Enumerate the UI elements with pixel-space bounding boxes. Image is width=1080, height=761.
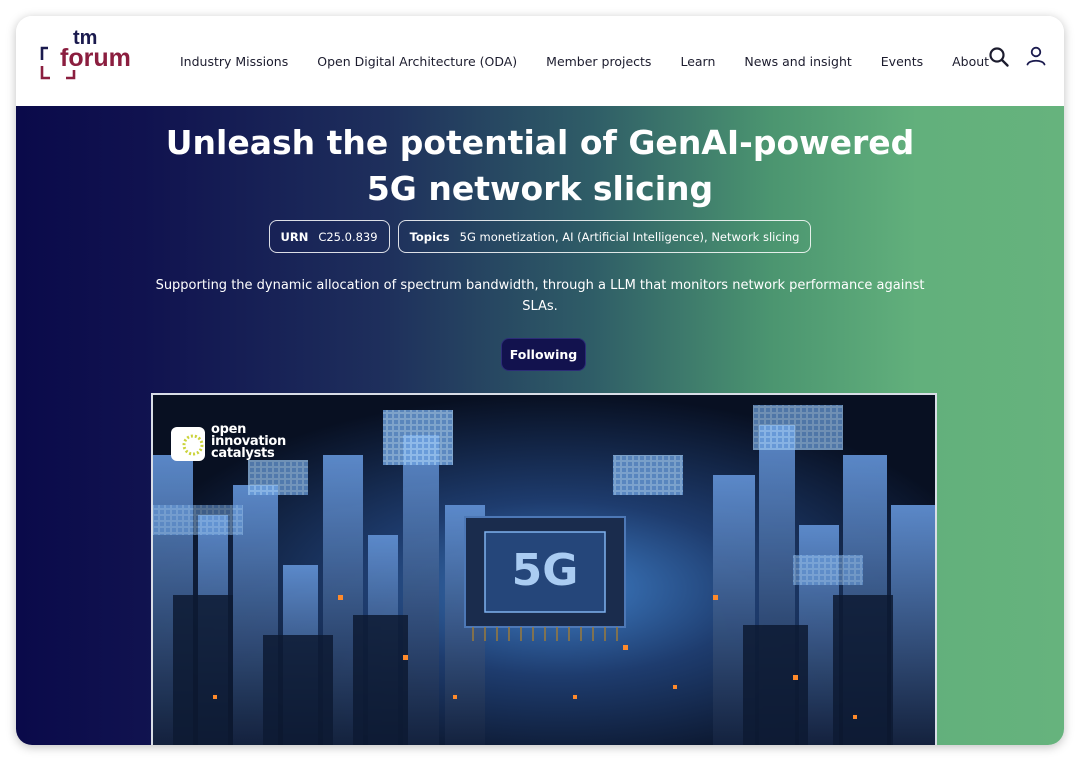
topics-value: 5G monetization, AI (Artificial Intellig…	[459, 229, 800, 244]
urn-tag: URN C25.0.839	[268, 220, 390, 253]
logo-text-forum: forum	[60, 44, 131, 72]
main-nav: Industry Missions Open Digital Architect…	[180, 16, 989, 106]
chip-5g-text: 5G	[512, 545, 579, 596]
nav-industry-missions[interactable]: Industry Missions	[180, 54, 288, 69]
nav-news-insight[interactable]: News and insight	[744, 54, 851, 69]
nav-member-projects[interactable]: Member projects	[546, 54, 651, 69]
user-icon[interactable]	[1025, 45, 1047, 67]
search-icon[interactable]	[988, 46, 1010, 68]
hero-description: Supporting the dynamic allocation of spe…	[155, 278, 925, 314]
site-header: tm forum Industry Missions Open Digital …	[16, 16, 1064, 106]
following-button[interactable]: Following	[501, 338, 586, 371]
page-title-line-2: 5G network slicing	[366, 169, 714, 208]
page-title-line-1: Unleash the potential of GenAI-powered	[165, 123, 915, 162]
page-title: Unleash the potential of GenAI-powered 5…	[16, 120, 1064, 212]
hero-section: Unleash the potential of GenAI-powered 5…	[16, 106, 1064, 745]
nav-learn[interactable]: Learn	[680, 54, 715, 69]
urn-value: C25.0.839	[318, 229, 378, 244]
browser-frame: tm forum Industry Missions Open Digital …	[16, 16, 1064, 745]
topics-label: Topics	[409, 229, 450, 244]
catalyst-burst-icon	[171, 423, 209, 461]
hero-image: 5G open innovation catalysts	[151, 393, 937, 745]
open-innovation-catalysts-badge: open innovation catalysts	[171, 423, 286, 461]
badge-text: open innovation catalysts	[211, 423, 286, 461]
nav-about[interactable]: About	[952, 54, 989, 69]
nav-events[interactable]: Events	[881, 54, 923, 69]
meta-tags: URN C25.0.839 Topics 5G monetization, AI…	[16, 220, 1064, 253]
topics-tag: Topics 5G monetization, AI (Artificial I…	[397, 220, 812, 253]
tm-forum-logo[interactable]: tm forum	[40, 26, 140, 88]
badge-line-3: catalysts	[211, 446, 275, 461]
nav-oda[interactable]: Open Digital Architecture (ODA)	[317, 54, 517, 69]
urn-label: URN	[280, 229, 309, 244]
